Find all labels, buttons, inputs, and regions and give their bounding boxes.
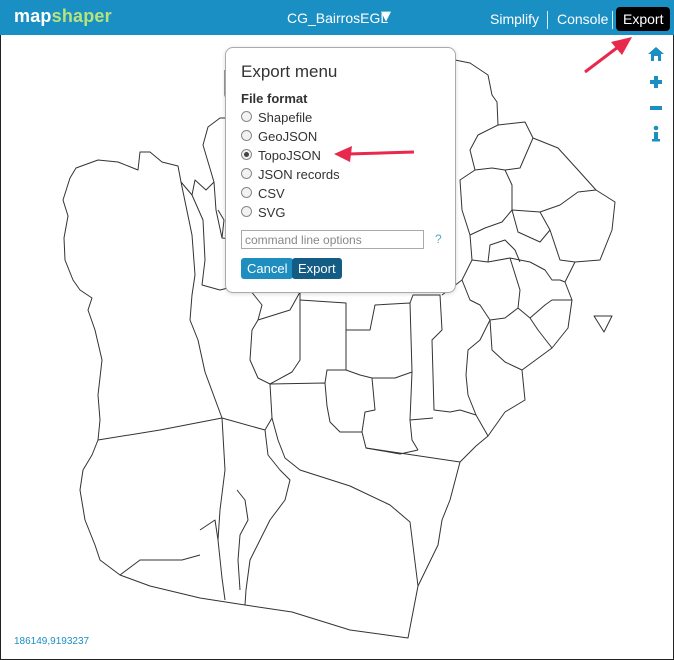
export-submit-button[interactable]: Export <box>292 258 342 279</box>
home-icon[interactable] <box>645 44 667 64</box>
radio-button-selected[interactable] <box>241 149 252 160</box>
map-island <box>593 315 613 333</box>
command-line-options-input[interactable] <box>241 230 424 249</box>
cancel-button[interactable]: Cancel <box>241 258 294 279</box>
map-region-line <box>361 377 376 433</box>
map-region-line <box>299 299 413 384</box>
dialog-title: Export menu <box>241 62 338 81</box>
format-label: Shapefile <box>258 110 313 125</box>
format-label: JSON records <box>258 167 340 182</box>
info-icon[interactable] <box>645 124 667 144</box>
map-region-line <box>409 371 434 421</box>
radio-button[interactable] <box>241 206 252 217</box>
map-region-line <box>236 489 249 591</box>
map-region-line <box>469 124 499 171</box>
radio-button[interactable] <box>241 130 252 141</box>
file-format-heading: File format <box>241 91 308 106</box>
map-region-line <box>511 209 551 243</box>
map-region-line <box>461 279 491 321</box>
divider <box>547 11 548 29</box>
radio-button[interactable] <box>241 111 252 122</box>
chevron-down-icon[interactable]: ▼ <box>381 9 391 24</box>
format-label: SVG <box>258 205 286 220</box>
map-region-line <box>365 447 461 463</box>
map-region-line <box>217 417 226 601</box>
map-region-line <box>269 382 419 455</box>
zoom-out-icon[interactable] <box>645 98 667 118</box>
coordinates-readout: 186149,9193237 <box>14 636 90 647</box>
map-region-line <box>244 429 291 606</box>
zoom-in-icon[interactable] <box>645 72 667 92</box>
top-bar: mapshaper CG_BairrosEGL ▼ Simplify Conso… <box>0 0 674 35</box>
map-region-line <box>271 417 419 587</box>
radio-button[interactable] <box>241 168 252 179</box>
map-region-line <box>199 519 219 541</box>
logo-text-map: map <box>14 6 52 26</box>
simplify-button[interactable]: Simplify <box>483 7 546 31</box>
map-region-line <box>509 257 572 319</box>
map-region-line <box>119 554 201 576</box>
format-label: TopoJSON <box>258 148 321 163</box>
logo-text-shaper: shaper <box>51 6 112 26</box>
help-icon[interactable]: ? <box>435 232 442 246</box>
export-button[interactable]: Export <box>616 7 671 31</box>
map-region-line <box>469 209 576 263</box>
map-region-line <box>269 292 301 385</box>
format-label: CSV <box>258 186 285 201</box>
console-button[interactable]: Console <box>550 7 615 31</box>
map-region-line <box>539 189 597 213</box>
layer-selector[interactable]: CG_BairrosEGL <box>287 10 388 26</box>
export-menu-dialog: Export menu File format Shapefile GeoJSO… <box>225 47 456 293</box>
radio-button[interactable] <box>241 187 252 198</box>
map-region-line <box>409 419 419 451</box>
map-region-line <box>465 307 519 416</box>
map-region-line <box>441 257 566 296</box>
map-region-line <box>504 137 534 171</box>
map-region-line <box>221 289 273 431</box>
map-region-line <box>459 167 513 236</box>
format-label: GeoJSON <box>258 129 318 144</box>
divider <box>612 11 613 29</box>
map-region-line <box>489 319 523 371</box>
mapshaper-logo: mapshaper <box>14 6 112 27</box>
map-region-line <box>529 317 553 349</box>
